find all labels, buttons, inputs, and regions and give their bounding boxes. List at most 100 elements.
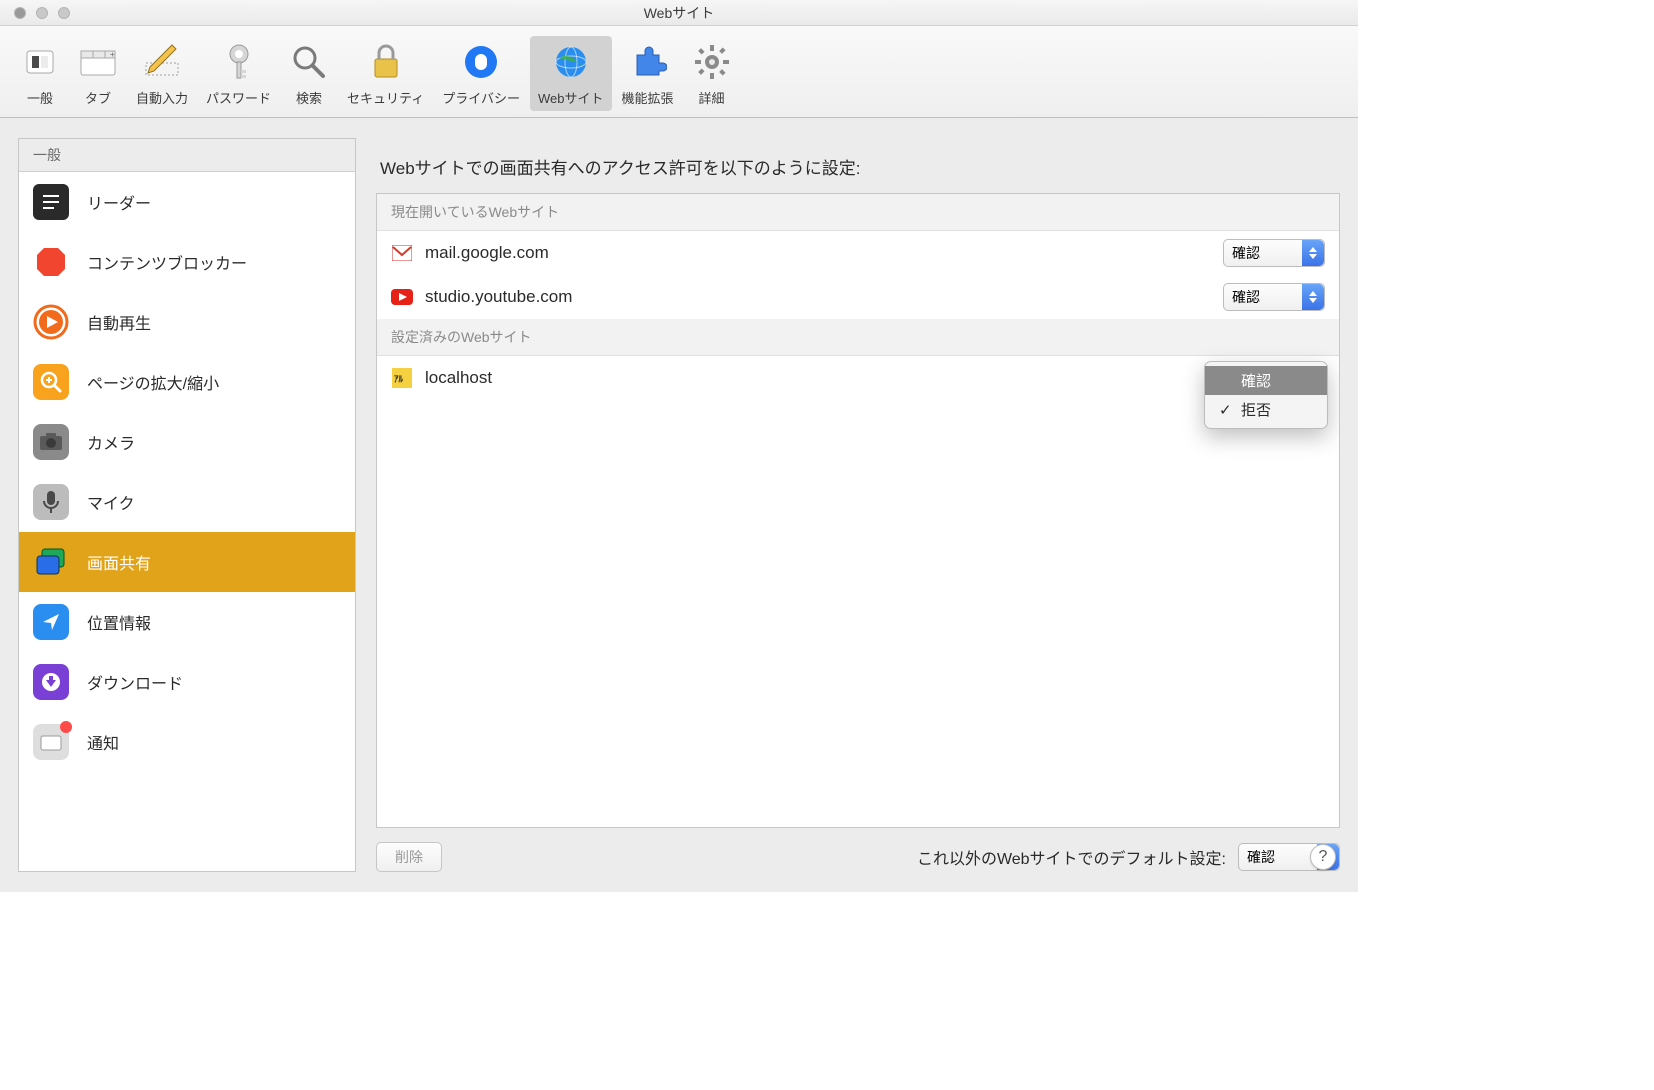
sidebar-item-autoplay[interactable]: 自動再生: [19, 292, 355, 352]
sidebar-item-label: リーダー: [87, 190, 151, 214]
autoplay-icon: [33, 304, 69, 340]
site-name: localhost: [425, 368, 1211, 388]
sidebar-item-camera[interactable]: カメラ: [19, 412, 355, 472]
stepper-icon: [1302, 240, 1324, 266]
tab-label: Webサイト: [538, 88, 604, 107]
notification-icon-wrap: [33, 724, 69, 760]
sidebar-item-label: ページの拡大/縮小: [87, 370, 219, 394]
tab-label: 詳細: [699, 88, 725, 107]
zoom-icon: [33, 364, 69, 400]
sidebar-item-label: コンテンツブロッカー: [87, 250, 247, 274]
stepper-icon: [1302, 284, 1324, 310]
mic-icon: [33, 484, 69, 520]
window-title: Webサイト: [12, 3, 1346, 23]
autofill-icon: [142, 42, 182, 82]
check-icon: ✓: [1219, 401, 1233, 419]
sidebar-item-screenshare[interactable]: 画面共有: [19, 532, 355, 592]
default-label: これ以外のWebサイトでのデフォルト設定:: [454, 845, 1226, 869]
permission-value: 確認: [1247, 847, 1275, 867]
titlebar: Webサイト: [0, 0, 1358, 26]
preferences-window: Webサイト 一般 + タブ 自動入力 パスワード: [0, 0, 1358, 892]
tab-label: プライバシー: [442, 88, 520, 107]
site-row[interactable]: studio.youtube.com 確認: [377, 275, 1339, 319]
tab-label: タブ: [85, 88, 111, 107]
sidebar-item-reader[interactable]: リーダー: [19, 172, 355, 232]
delete-button[interactable]: 削除: [376, 842, 442, 872]
sidebar-item-label: 通知: [87, 730, 119, 754]
dropdown-option-confirm[interactable]: 確認: [1205, 366, 1327, 395]
minimize-button[interactable]: [36, 7, 48, 19]
svg-text:ｱﾙ: ｱﾙ: [394, 374, 404, 384]
tab-privacy[interactable]: プライバシー: [434, 36, 528, 111]
tab-autofill[interactable]: 自動入力: [128, 36, 196, 111]
dropdown-option-label: 確認: [1241, 370, 1271, 391]
camera-icon: [33, 424, 69, 460]
main-panel: Webサイトでの画面共有へのアクセス許可を以下のように設定: 現在開いているWe…: [376, 138, 1340, 872]
tab-label: パスワード: [206, 88, 271, 107]
tab-label: 機能拡張: [622, 88, 674, 107]
main-heading: Webサイトでの画面共有へのアクセス許可を以下のように設定:: [380, 154, 1336, 179]
gmail-favicon-icon: [391, 242, 413, 264]
sidebar-item-label: 自動再生: [87, 310, 151, 334]
badge-dot: [60, 721, 72, 733]
download-icon: [33, 664, 69, 700]
tab-label: セキュリティ: [347, 88, 424, 107]
reader-icon: [33, 184, 69, 220]
permission-value: 確認: [1232, 243, 1260, 263]
search-icon: [289, 42, 329, 82]
content-area: 一般 リーダー コンテンツブロッカー 自動再生: [0, 118, 1358, 892]
dropdown-option-label: 拒否: [1241, 399, 1271, 420]
location-icon: [33, 604, 69, 640]
close-button[interactable]: [14, 7, 26, 19]
sidebar-item-location[interactable]: 位置情報: [19, 592, 355, 652]
sidebar-item-label: 位置情報: [87, 610, 151, 634]
site-name: mail.google.com: [425, 243, 1211, 263]
tab-tabs[interactable]: + タブ: [70, 36, 126, 111]
tabs-icon: +: [78, 42, 118, 82]
sidebar-item-notification[interactable]: 通知: [19, 712, 355, 772]
globe-icon: [551, 42, 591, 82]
site-row[interactable]: mail.google.com 確認: [377, 231, 1339, 275]
tab-advanced[interactable]: 詳細: [684, 36, 740, 111]
subheader-open: 現在開いているWebサイト: [377, 194, 1339, 231]
permission-value: 確認: [1232, 287, 1260, 307]
sidebar-item-label: マイク: [87, 490, 135, 514]
permission-select[interactable]: 確認: [1223, 239, 1325, 267]
lock-icon: [366, 42, 406, 82]
dropdown-option-deny[interactable]: ✓ 拒否: [1205, 395, 1327, 424]
gear-icon: [692, 42, 732, 82]
sidebar-item-label: カメラ: [87, 430, 135, 454]
sidebar: 一般 リーダー コンテンツブロッカー 自動再生: [18, 138, 356, 872]
tab-label: 自動入力: [136, 88, 188, 107]
tab-extensions[interactable]: 機能拡張: [614, 36, 682, 111]
sidebar-item-mic[interactable]: マイク: [19, 472, 355, 532]
tab-general[interactable]: 一般: [12, 36, 68, 111]
tab-websites[interactable]: Webサイト: [530, 36, 612, 111]
tab-passwords[interactable]: パスワード: [198, 36, 279, 111]
zoom-button[interactable]: [58, 7, 70, 19]
site-name: studio.youtube.com: [425, 287, 1211, 307]
sidebar-item-download[interactable]: ダウンロード: [19, 652, 355, 712]
subheader-configured: 設定済みのWebサイト: [377, 319, 1339, 356]
traffic-lights: [14, 7, 70, 19]
site-row[interactable]: ｱﾙ localhost 拒否 確認 ✓: [377, 356, 1339, 400]
footer-row: 削除 これ以外のWebサイトでのデフォルト設定: 確認: [376, 842, 1340, 872]
permission-dropdown: 確認 ✓ 拒否: [1204, 361, 1328, 429]
tab-label: 一般: [27, 88, 53, 107]
sidebar-item-zoom[interactable]: ページの拡大/縮小: [19, 352, 355, 412]
screenshare-icon: [33, 544, 69, 580]
tab-search[interactable]: 検索: [281, 36, 337, 111]
sidebar-section-header: 一般: [19, 139, 355, 172]
tab-security[interactable]: セキュリティ: [339, 36, 432, 111]
puzzle-icon: [628, 42, 668, 82]
general-icon: [20, 42, 60, 82]
sidebar-item-blocker[interactable]: コンテンツブロッカー: [19, 232, 355, 292]
site-list: 現在開いているWebサイト mail.google.com 確認 s: [376, 193, 1340, 828]
svg-text:+: +: [110, 50, 115, 59]
help-button[interactable]: ?: [1310, 844, 1336, 870]
sidebar-item-label: 画面共有: [87, 550, 151, 574]
permission-select[interactable]: 拒否 確認 ✓ 拒否: [1223, 364, 1325, 392]
blocker-icon: [33, 244, 69, 280]
sidebar-item-label: ダウンロード: [87, 670, 183, 694]
permission-select[interactable]: 確認: [1223, 283, 1325, 311]
